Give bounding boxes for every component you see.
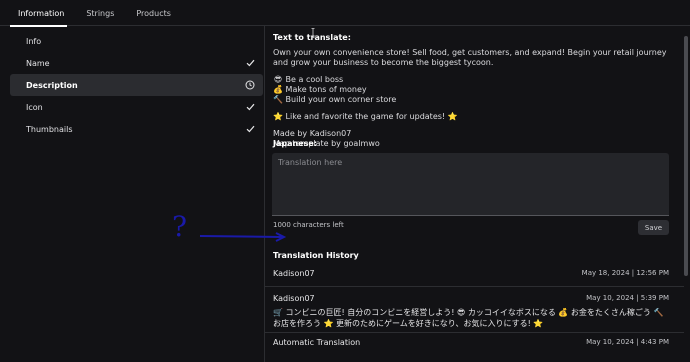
annotation-overlay: ?	[172, 210, 287, 243]
text-cursor-icon	[311, 28, 315, 38]
annotation-arrow-line	[199, 235, 283, 238]
annotation-question-mark: ?	[172, 210, 187, 243]
